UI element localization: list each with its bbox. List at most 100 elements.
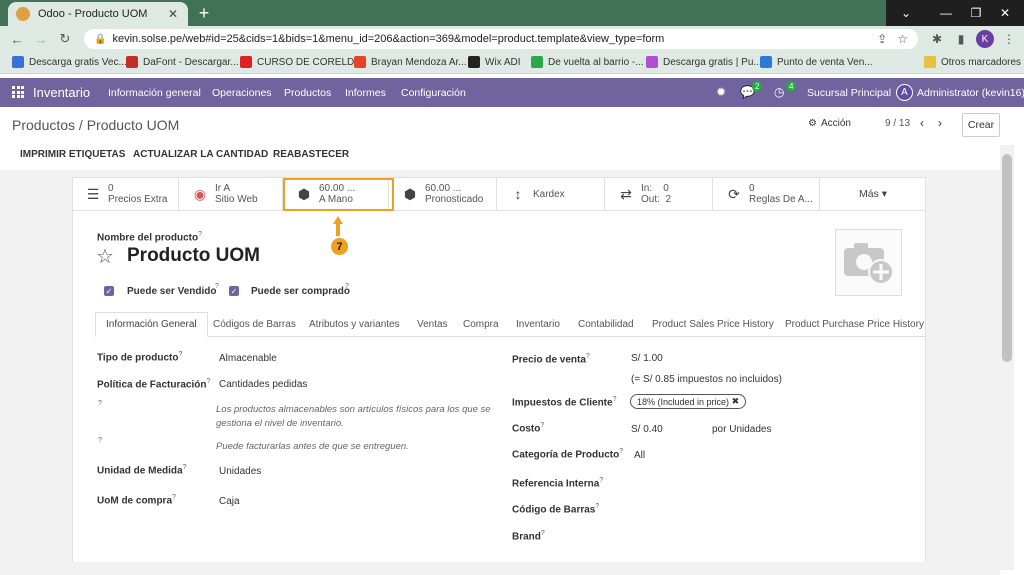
activities-badge: 4 (786, 81, 797, 92)
close-window-button[interactable]: ✕ (986, 0, 1024, 26)
tab-codigos-de-barras[interactable]: Códigos de Barras (213, 312, 296, 337)
menu-kebab-icon[interactable]: ⋮ (1000, 30, 1018, 48)
update-quantity-button[interactable]: ACTUALIZAR LA CANTIDAD (133, 149, 268, 160)
brand-label: Brand? (512, 530, 545, 543)
product-type-help: Los productos almacenables son artículos… (216, 404, 491, 429)
bookmark-item[interactable]: De vuelta al barrio -... (531, 56, 644, 68)
favorite-star-icon[interactable]: ☆ (96, 244, 114, 269)
bookmark-star-icon[interactable]: ☆ (897, 32, 908, 46)
user-avatar[interactable]: A (896, 84, 913, 101)
tab-close-icon[interactable]: ✕ (166, 7, 180, 21)
help-mark: ? (599, 477, 604, 484)
lock-icon: 🔒 (94, 33, 107, 45)
invoice-policy-label: Política de Facturación? (97, 378, 211, 391)
smart-button-reorder-rules[interactable]: ⟳ 0 Reglas De A... (713, 177, 820, 211)
cost-value[interactable]: S/ 0.40 (631, 424, 663, 435)
action-dropdown[interactable]: ⚙ Acción (808, 118, 851, 129)
uom-value[interactable]: Unidades (219, 466, 261, 477)
bookmark-item[interactable]: Punto de venta Ven... (760, 56, 873, 68)
menu-productos[interactable]: Productos (284, 87, 331, 99)
menu-informes[interactable]: Informes (345, 87, 386, 99)
help-mark: ? (619, 448, 624, 455)
can-be-sold-checkbox[interactable]: ✓ (104, 286, 114, 296)
side-panel-icon[interactable]: ▮ (952, 30, 970, 48)
chevron-right-icon[interactable]: › (938, 116, 942, 130)
bookmark-item[interactable]: Descarga gratis | Pu... (646, 56, 762, 68)
bookmark-favicon-icon (12, 56, 24, 68)
can-be-purchased-checkbox[interactable]: ✓ (229, 286, 239, 296)
reload-icon[interactable]: ↻ (56, 30, 74, 48)
invoice-policy-value[interactable]: Cantidades pedidas (219, 379, 307, 390)
customer-taxes-label: Impuestos de Cliente? (512, 396, 617, 409)
tax-tag[interactable]: 18% (Included in price) ✖ (630, 394, 747, 409)
horizontal-scrollbar[interactable] (0, 562, 1000, 575)
product-category-value[interactable]: All (634, 450, 645, 461)
back-arrow-icon[interactable]: ← (8, 30, 26, 48)
product-type-label: Tipo de producto? (97, 351, 183, 364)
bookmark-favicon-icon (646, 56, 658, 68)
smart-button-website[interactable]: ◉ Ir A Sitio Web (179, 177, 283, 211)
tab-informacion-general[interactable]: Información General (95, 312, 208, 337)
browser-tab[interactable]: Odoo - Producto UOM ✕ (8, 2, 188, 26)
debug-bug-icon[interactable]: ✹ (716, 85, 726, 99)
extensions-icon[interactable]: ✱ (928, 30, 946, 48)
tab-sales-price-history[interactable]: Product Sales Price History (652, 312, 774, 337)
tab-atributos-y-variantes[interactable]: Atributos y variantes (309, 312, 400, 337)
bookmark-favicon-icon (126, 56, 138, 68)
vertical-scrollbar-thumb[interactable] (1002, 154, 1012, 362)
smart-button-forecasted[interactable]: ⬢ 60.00 ... Pronosticado (389, 177, 497, 211)
pager-value[interactable]: 9 / 13 (885, 118, 910, 129)
tag-remove-icon[interactable]: ✖ (732, 396, 740, 407)
menu-informacion-general[interactable]: Información general (108, 87, 201, 99)
share-icon[interactable]: ⇪ (877, 32, 887, 46)
sale-price-value[interactable]: S/ 1.00 (631, 353, 663, 364)
create-button[interactable]: Crear (962, 113, 1000, 137)
app-name[interactable]: Inventario (33, 85, 90, 100)
purchase-uom-value[interactable]: Caja (219, 496, 240, 507)
smart-button-more[interactable]: Más ▾ (820, 177, 926, 211)
smart-button-extra-prices[interactable]: ☰ 0 Precios Extra (72, 177, 179, 211)
smart-button-kardex[interactable]: ↕ Kardex (497, 177, 605, 211)
tab-inventario[interactable]: Inventario (516, 312, 560, 337)
bookmark-item[interactable]: Brayan Mendoza Ar... (354, 56, 467, 68)
smart-button-in-out[interactable]: ⇄ In: 0 Out: 2 (605, 177, 713, 211)
can-be-sold-label: Puede ser Vendido (127, 286, 217, 297)
activities-clock-icon[interactable]: ◷ (774, 85, 784, 99)
replenish-button[interactable]: REABASTECER (273, 149, 349, 160)
apps-grid-icon[interactable] (12, 86, 24, 98)
bookmark-item[interactable]: DaFont - Descargar... (126, 56, 239, 68)
company-switcher[interactable]: Sucursal Principal (807, 87, 891, 99)
tab-contabilidad[interactable]: Contabilidad (578, 312, 634, 337)
product-image[interactable] (835, 229, 902, 296)
bookmark-item[interactable]: Wix ADI (468, 56, 521, 68)
bookmark-item[interactable]: Descarga gratis Vec... (12, 56, 127, 68)
bookmark-item[interactable]: CURSO DE CORELD... (240, 56, 363, 68)
highlight-box (283, 178, 394, 211)
menu-operaciones[interactable]: Operaciones (212, 87, 272, 99)
profile-avatar[interactable]: K (976, 30, 994, 48)
barcode-label: Código de Barras? (512, 503, 600, 516)
menu-configuracion[interactable]: Configuración (401, 87, 466, 99)
callout-arrow-icon (333, 216, 343, 236)
bookmark-favicon-icon (240, 56, 252, 68)
chevron-left-icon[interactable]: ‹ (920, 116, 924, 130)
globe-icon: ◉ (193, 185, 207, 202)
new-tab-button[interactable]: + (194, 3, 214, 23)
tab-ventas[interactable]: Ventas (417, 312, 448, 337)
bookmark-folder[interactable]: Otros marcadores (924, 56, 1021, 68)
user-menu[interactable]: Administrator (kevin16) (917, 87, 1024, 99)
forward-arrow-icon[interactable]: → (32, 30, 50, 48)
cubes-icon: ⬢ (403, 185, 417, 202)
tab-compra[interactable]: Compra (463, 312, 499, 337)
form-header: IMPRIMIR ETIQUETAS ACTUALIZAR LA CANTIDA… (0, 145, 1000, 169)
can-be-purchased-label: Puede ser comprado (251, 286, 350, 297)
product-name[interactable]: Producto UOM (127, 245, 260, 267)
product-type-value[interactable]: Almacenable (219, 353, 277, 364)
tab-search-icon[interactable]: ⌄ (886, 0, 926, 26)
tab-purchase-price-history[interactable]: Product Purchase Price History (785, 312, 924, 337)
address-bar[interactable]: 🔒 kevin.solse.pe/web#id=25&cids=1&bids=1… (84, 29, 918, 49)
print-labels-button[interactable]: IMPRIMIR ETIQUETAS (20, 149, 125, 160)
breadcrumb[interactable]: Productos / Producto UOM (12, 117, 179, 133)
bookmark-favicon-icon (468, 56, 480, 68)
messages-badge: 2 (752, 81, 763, 92)
